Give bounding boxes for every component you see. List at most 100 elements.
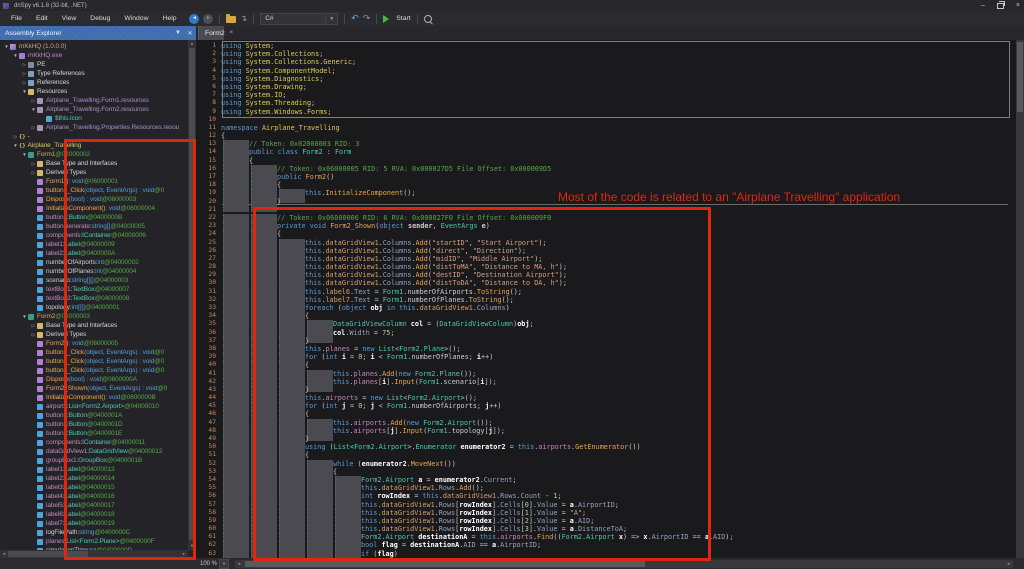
dnspy-app-icon (3, 3, 9, 9)
tree-item[interactable]: ▼Resources (0, 87, 188, 96)
code-token: public (277, 173, 302, 181)
res-icon (37, 98, 43, 104)
search-icon[interactable] (424, 15, 432, 23)
field-icon (37, 260, 43, 266)
line-number: 11 (196, 124, 221, 132)
collapsed-arrow-icon[interactable]: ▷ (21, 62, 28, 68)
undo-button[interactable]: ↶ (351, 14, 359, 23)
zoom-control[interactable]: 100 % ▼ (200, 559, 229, 569)
line-number: 61 (196, 533, 221, 541)
tab-close-icon[interactable]: × (230, 30, 234, 36)
code-line: 18{ (196, 181, 1008, 189)
open-file-button[interactable] (226, 16, 236, 23)
collapsed-arrow-icon[interactable]: ▷ (30, 170, 37, 176)
tree-item[interactable]: ▼mKkHQ.exe (0, 51, 188, 60)
code-token: AID (713, 533, 725, 541)
code-token: : (323, 148, 335, 156)
go-to-entry-point-icon[interactable]: ↴ (240, 15, 247, 23)
collapsed-arrow-icon[interactable]: ▷ (30, 161, 37, 167)
line-number: 40 (196, 361, 221, 369)
restore-button[interactable] (997, 3, 1004, 9)
field-icon (37, 485, 43, 491)
language-combo[interactable]: C# ▼ (260, 13, 338, 25)
editor-vertical-scrollbar[interactable] (1016, 40, 1024, 558)
scroll-up-icon[interactable]: ▲ (188, 40, 196, 48)
scroll-left-icon[interactable]: ◄ (235, 560, 243, 568)
expanded-arrow-icon[interactable]: ▼ (12, 143, 19, 148)
redo-button[interactable]: ↷ (363, 14, 371, 23)
ref-icon (28, 80, 34, 86)
close-button[interactable]: × (1016, 2, 1020, 9)
line-number: 46 (196, 410, 221, 418)
start-debug-icon[interactable] (383, 15, 389, 23)
minimize-button[interactable]: – (981, 2, 985, 9)
expanded-arrow-icon[interactable]: ▼ (3, 44, 10, 49)
folder-icon (37, 332, 43, 338)
expanded-arrow-icon[interactable]: ▼ (21, 152, 28, 157)
collapsed-arrow-icon[interactable]: ▷ (30, 125, 37, 131)
tab-form2[interactable]: Form2 × (198, 26, 224, 40)
tree-item[interactable]: ▷ Airplane_Travelling.Form1.resources (0, 96, 188, 105)
line-number: 63 (196, 550, 221, 558)
collapsed-arrow-icon[interactable]: ▷ (30, 323, 37, 329)
field-icon (37, 215, 43, 221)
tree-item[interactable]: ▼Airplane_Travelling.Form2.resources (0, 105, 188, 114)
menu-window[interactable]: Window (117, 13, 155, 24)
tree-label: label2 (46, 250, 63, 257)
zoom-chevron-icon[interactable]: ▼ (219, 559, 229, 569)
menu-help[interactable]: Help (156, 13, 184, 24)
line-number: 59 (196, 517, 221, 525)
menu-view[interactable]: View (55, 13, 84, 24)
toolbar-separator (376, 14, 377, 24)
menu-edit[interactable]: Edit (29, 13, 55, 24)
method-icon (37, 188, 43, 194)
tree-item[interactable]: ▷PE (0, 60, 188, 69)
scrollbar-thumb[interactable] (245, 561, 645, 567)
expanded-arrow-icon[interactable]: ▼ (30, 107, 37, 112)
method-icon (37, 197, 43, 203)
code-token: Airplane_Travelling (262, 124, 340, 132)
code-line: 4using System.ComponentModel; (196, 67, 1008, 75)
expanded-arrow-icon[interactable]: ▼ (21, 89, 28, 94)
scroll-right-icon[interactable]: ► (1005, 560, 1013, 568)
line-number: 4 (196, 67, 221, 75)
collapsed-arrow-icon[interactable]: ▷ (21, 71, 28, 77)
panel-close-icon[interactable]: ✕ (184, 30, 196, 37)
menu-file[interactable]: File (4, 13, 29, 24)
indent-guide (279, 189, 305, 203)
scrollbar-thumb[interactable] (1017, 42, 1023, 112)
assembly-explorer-header[interactable]: Assembly Explorer ▼ ✕ (0, 26, 196, 40)
collapsed-arrow-icon[interactable]: ▷ (30, 98, 37, 104)
expanded-arrow-icon[interactable]: ▼ (12, 53, 19, 58)
line-number: 3 (196, 58, 221, 66)
navigate-forward-button[interactable]: ► (203, 14, 213, 24)
scroll-left-icon[interactable]: ◄ (0, 550, 8, 558)
menu-debug[interactable]: Debug (83, 13, 117, 24)
collapsed-arrow-icon[interactable]: ▷ (21, 80, 28, 86)
code-token: public (249, 148, 274, 156)
start-button-label[interactable]: Start (396, 15, 410, 22)
navigate-back-button[interactable]: ◄ (189, 14, 199, 24)
collapsed-arrow-icon[interactable]: ▷ (12, 134, 19, 140)
line-number: 27 (196, 255, 221, 263)
zoom-level: 100 % (200, 561, 217, 567)
code-line: 6using System.Drawing; (196, 83, 1008, 91)
tree-item[interactable]: ▷Type References (0, 69, 188, 78)
panel-menu-chevron-icon[interactable]: ▼ (172, 30, 184, 36)
expanded-arrow-icon[interactable]: ▼ (21, 314, 28, 319)
line-number: 10 (196, 116, 221, 124)
field-icon (37, 512, 43, 518)
tree-label: Airplane_Travelling.Form1.resources (46, 97, 149, 104)
line-number: 43 (196, 386, 221, 394)
tree-item[interactable]: ▼mKkHQ (1.0.0.0) (0, 42, 188, 51)
collapsed-arrow-icon[interactable]: ▷ (30, 332, 37, 338)
toolbar-separator (219, 14, 220, 24)
tree-item[interactable]: $this.Icon (0, 114, 188, 123)
code-token: using (221, 42, 241, 50)
code-token: ; (352, 58, 356, 66)
tree-item[interactable]: ▷Airplane_Travelling.Properties.Resource… (0, 123, 188, 132)
field-icon (37, 422, 43, 428)
annotation-rect-tree (64, 139, 196, 560)
chevron-down-icon[interactable]: ▼ (325, 14, 337, 24)
tree-item[interactable]: ▷References (0, 78, 188, 87)
